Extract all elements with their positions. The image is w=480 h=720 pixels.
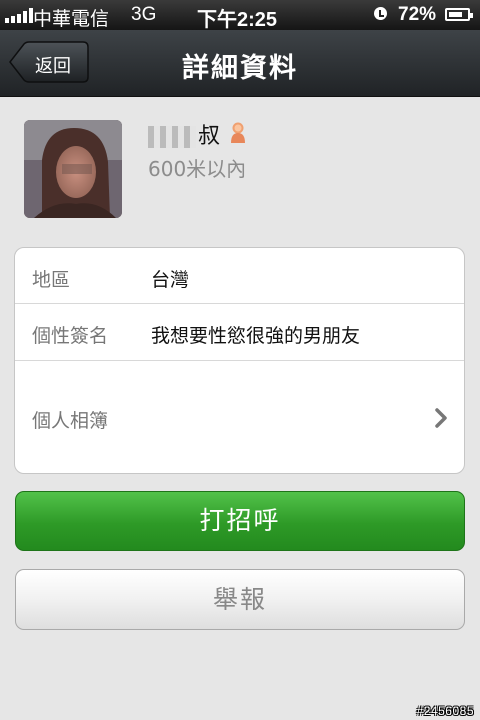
signature-value: 我想要性慾很強的男朋友 <box>151 325 361 347</box>
alarm-icon <box>374 7 387 20</box>
distance-label: 600米以內 <box>148 157 247 181</box>
name-pixelated <box>148 126 196 148</box>
name-suffix: 叔 <box>198 124 221 149</box>
report-button[interactable]: 舉報 <box>15 569 465 630</box>
region-value: 台灣 <box>151 269 190 291</box>
chevron-right-icon <box>435 408 447 428</box>
page-title: 詳細資料 <box>182 53 298 84</box>
profile-name: 叔 <box>148 118 220 150</box>
region-label: 地區 <box>32 269 71 291</box>
signal-icon <box>5 8 33 23</box>
battery-percent: 72% <box>398 4 437 25</box>
detail-row-album[interactable]: 個人相簿 <box>15 361 464 473</box>
nav-bar: 返回 詳細資料 <box>0 30 480 97</box>
watermark: #2456085 <box>416 704 474 718</box>
avatar[interactable] <box>24 120 122 218</box>
female-icon <box>229 121 247 145</box>
album-label: 個人相簿 <box>32 410 109 432</box>
carrier-name: 中華電信 <box>33 9 110 30</box>
detail-row-signature: 個性簽名 我想要性慾很強的男朋友 <box>15 304 464 361</box>
signature-label: 個性簽名 <box>32 325 109 347</box>
network-type: 3G <box>131 4 157 25</box>
status-bar: 中華電信 3G 下午2:25 72% <box>0 0 480 31</box>
avatar-photo <box>24 120 122 218</box>
status-time: 下午2:25 <box>197 9 278 31</box>
details-card: 地區 台灣 個性簽名 我想要性慾很強的男朋友 個人相簿 <box>14 247 465 474</box>
detail-row-region: 地區 台灣 <box>15 248 464 304</box>
battery-icon <box>445 8 473 21</box>
greet-button[interactable]: 打招呼 <box>15 491 465 551</box>
